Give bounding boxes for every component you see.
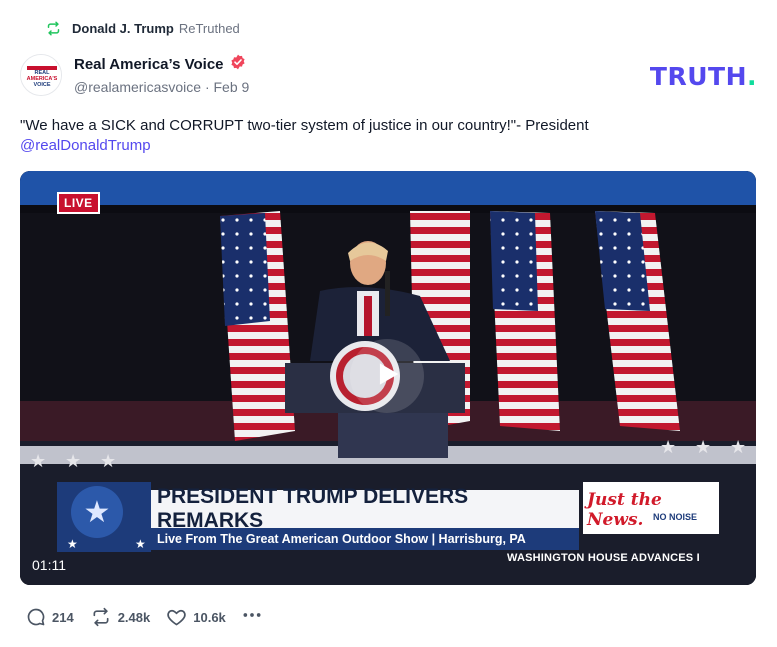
svg-text:★: ★ xyxy=(67,537,78,551)
like-count: 10.6k xyxy=(193,609,226,625)
svg-text:★: ★ xyxy=(65,451,81,471)
avatar[interactable]: REAL AMERICA'S VOICE xyxy=(20,54,62,96)
news-lower-third: ★ ★ ★ PRESIDENT TRUMP DELIVERS REMARKS L… xyxy=(57,482,719,552)
network-star-logo: ★ ★ ★ xyxy=(57,482,151,552)
retruth-banner: Donald J. Trump ReTruthed xyxy=(46,19,240,37)
more-options-button[interactable] xyxy=(242,605,262,630)
post-body: "We have a SICK and CORRUPT two-tier sys… xyxy=(20,116,720,156)
retruth-action-icon xyxy=(90,607,112,627)
truth-logo-text: TRUTH xyxy=(649,62,747,91)
reply-count: 214 xyxy=(52,609,74,625)
just-the-news-logo: Just the News. NO NOISE xyxy=(583,482,719,534)
svg-text:★: ★ xyxy=(100,451,116,471)
retruth-user[interactable]: Donald J. Trump xyxy=(72,21,174,36)
svg-text:★: ★ xyxy=(730,437,746,457)
avatar-text-3: VOICE xyxy=(33,82,50,88)
like-button[interactable]: 10.6k xyxy=(166,607,226,627)
author-handle[interactable]: @realamericasvoice xyxy=(74,79,201,95)
meta-separator: · xyxy=(204,79,210,95)
play-button[interactable] xyxy=(350,339,424,413)
svg-text:★: ★ xyxy=(30,451,46,471)
ellipsis-icon xyxy=(242,605,262,630)
news-subline: Live From The Great American Outdoor Sho… xyxy=(151,528,579,550)
svg-text:★: ★ xyxy=(695,437,711,457)
retruth-count: 2.48k xyxy=(117,609,151,625)
play-icon xyxy=(370,357,404,396)
video-duration: 01:11 xyxy=(32,557,66,573)
reply-icon xyxy=(26,607,46,627)
logo-sub-text: NO NOISE xyxy=(653,512,698,522)
post-author: Real America’s Voice @realamericasvoice … xyxy=(74,54,249,95)
svg-text:★: ★ xyxy=(135,537,146,551)
truth-logo: TRUTH. xyxy=(650,62,757,91)
video-player[interactable]: ★ ★ ★ ★ ★ ★ LIVE ★ ★ ★ PRESIDENT TRUMP D… xyxy=(20,171,756,585)
post-text: "We have a SICK and CORRUPT two-tier sys… xyxy=(20,117,589,134)
post-actions: 214 2.48k 10.6k xyxy=(26,606,262,628)
live-badge: LIVE xyxy=(57,192,100,214)
logo-main-text: Just the News. xyxy=(587,490,662,530)
post-date[interactable]: Feb 9 xyxy=(214,79,250,95)
svg-text:★: ★ xyxy=(660,437,676,457)
svg-text:★: ★ xyxy=(84,496,111,529)
author-meta: @realamericasvoice · Feb 9 xyxy=(74,79,249,95)
news-headline: PRESIDENT TRUMP DELIVERS REMARKS xyxy=(151,485,579,532)
reply-button[interactable]: 214 xyxy=(26,607,74,627)
heart-icon xyxy=(166,607,187,627)
verified-badge-icon xyxy=(230,54,246,75)
retruth-button[interactable]: 2.48k xyxy=(90,607,151,627)
flag-3 xyxy=(490,211,560,431)
retruth-icon xyxy=(46,21,61,36)
mention-link[interactable]: @realDonaldTrump xyxy=(20,137,151,154)
author-name[interactable]: Real America’s Voice xyxy=(74,56,224,73)
news-ticker: WASHINGTON HOUSE ADVANCES I xyxy=(507,552,700,564)
truth-logo-dot: . xyxy=(747,62,757,91)
retruth-label: ReTruthed xyxy=(178,20,240,36)
